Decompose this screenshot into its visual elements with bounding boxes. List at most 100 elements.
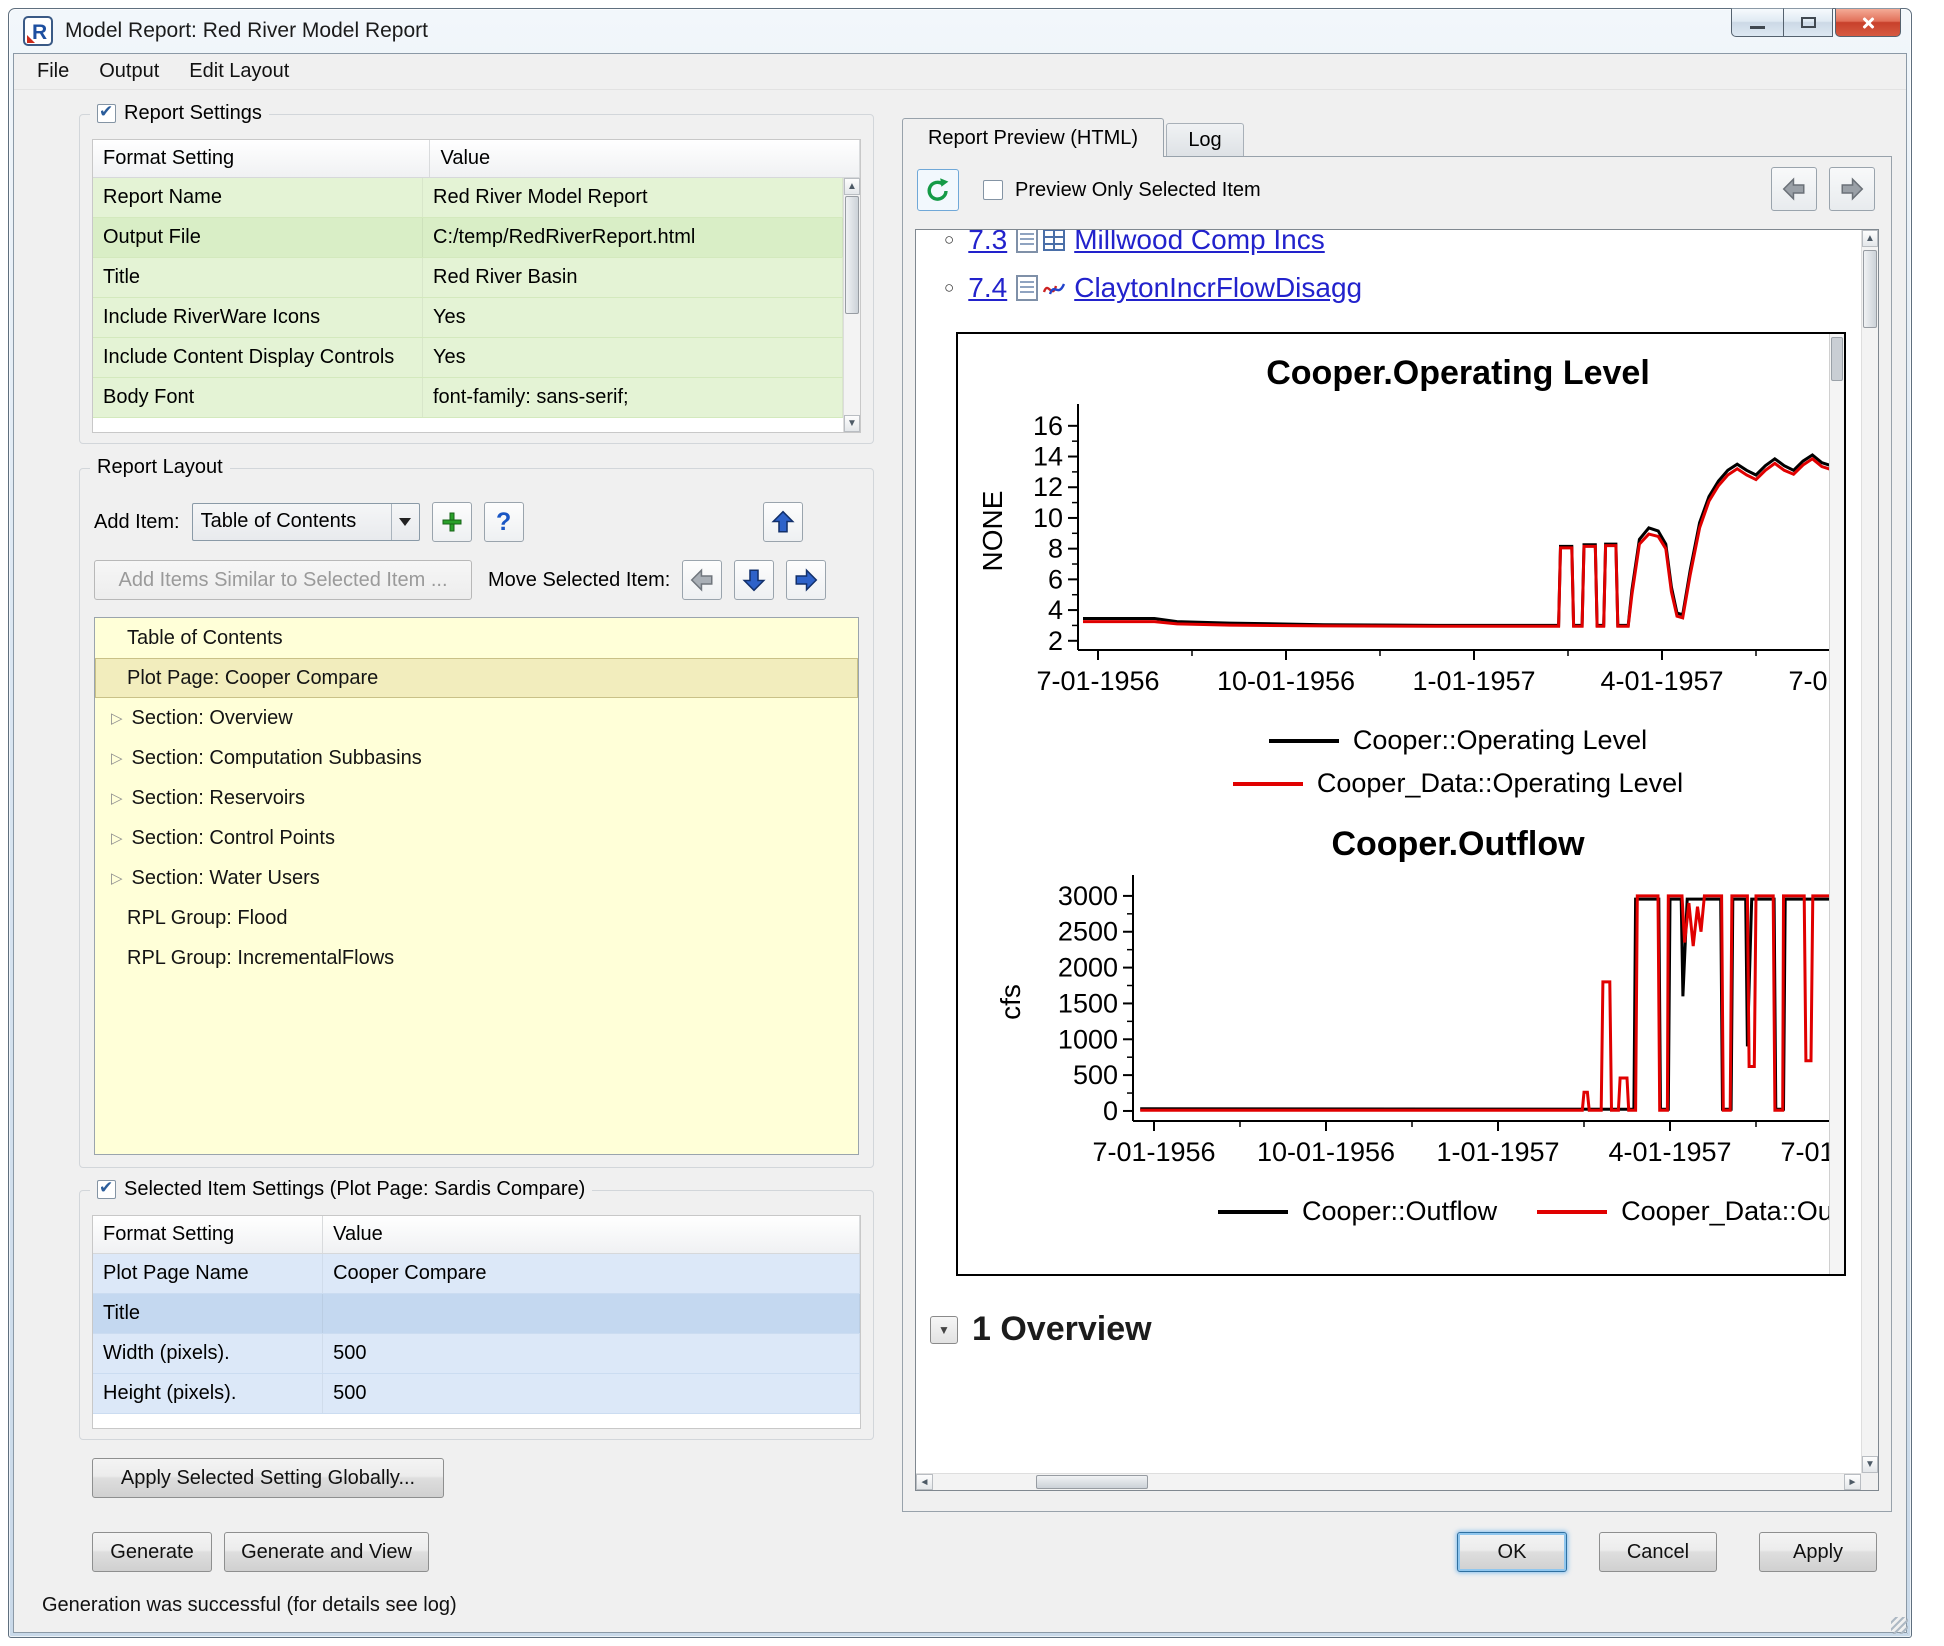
value-cell[interactable]: 500: [323, 1334, 860, 1373]
add-similar-button[interactable]: Add Items Similar to Selected Item ...: [94, 560, 472, 600]
layout-item[interactable]: Plot Page: Cooper Compare: [95, 658, 858, 698]
toc-link-number[interactable]: 7.3: [968, 230, 1007, 256]
scroll-thumb[interactable]: [1831, 337, 1843, 381]
column-header-format-setting[interactable]: Format Setting: [93, 140, 430, 177]
setting-cell[interactable]: Title: [93, 1294, 323, 1333]
value-cell[interactable]: 500: [323, 1374, 860, 1413]
setting-cell[interactable]: Body Font: [93, 378, 423, 417]
column-header-format-setting[interactable]: Format Setting: [93, 1216, 323, 1253]
plot-box-scrollbar[interactable]: [1829, 334, 1844, 1274]
table-row[interactable]: Include RiverWare IconsYes: [93, 298, 843, 338]
expand-icon[interactable]: [111, 789, 123, 807]
value-cell[interactable]: C:/temp/RedRiverReport.html: [423, 218, 843, 257]
cancel-button[interactable]: Cancel: [1599, 1532, 1717, 1572]
scroll-up-icon[interactable]: [1862, 230, 1878, 247]
toc-link-label[interactable]: Millwood Comp Incs: [1074, 230, 1325, 256]
setting-cell[interactable]: Include RiverWare Icons: [93, 298, 423, 337]
titlebar[interactable]: R Model Report: Red River Model Report: [9, 9, 1911, 53]
setting-cell[interactable]: Plot Page Name: [93, 1254, 323, 1293]
table-row[interactable]: Output FileC:/temp/RedRiverReport.html: [93, 218, 843, 258]
scroll-thumb[interactable]: [1863, 250, 1877, 328]
scroll-thumb[interactable]: [1036, 1475, 1148, 1489]
toc-link[interactable]: 7.3 Millwood Comp Incs: [944, 230, 1861, 264]
refresh-button[interactable]: [917, 169, 959, 211]
move-right-button[interactable]: [786, 560, 826, 600]
combo-dropdown-icon[interactable]: [391, 504, 419, 540]
generate-and-view-button[interactable]: Generate and View: [224, 1532, 429, 1572]
resize-grip[interactable]: [1891, 1617, 1908, 1634]
value-cell[interactable]: Red River Basin: [423, 258, 843, 297]
move-up-button[interactable]: [763, 502, 803, 542]
toc-link-number[interactable]: 7.4: [968, 272, 1007, 304]
move-left-button[interactable]: [682, 560, 722, 600]
menu-output[interactable]: Output: [84, 55, 174, 88]
table-row[interactable]: Width (pixels).500: [93, 1334, 860, 1374]
table-row[interactable]: Title: [93, 1294, 860, 1334]
setting-cell[interactable]: Include Content Display Controls: [93, 338, 423, 377]
value-cell[interactable]: Cooper Compare: [323, 1254, 860, 1293]
report-settings-checkbox[interactable]: [97, 104, 116, 123]
scroll-up-icon[interactable]: [844, 178, 860, 195]
scroll-left-icon[interactable]: [916, 1474, 933, 1490]
table-row[interactable]: Height (pixels).500: [93, 1374, 860, 1414]
expand-icon[interactable]: [111, 709, 123, 727]
apply-selected-setting-globally-button[interactable]: Apply Selected Setting Globally...: [92, 1458, 444, 1498]
value-cell[interactable]: Yes: [423, 338, 843, 377]
menu-file[interactable]: File: [22, 55, 84, 88]
scroll-down-icon[interactable]: [1862, 1456, 1878, 1473]
preview-back-button[interactable]: [1771, 167, 1817, 211]
expand-icon[interactable]: [111, 869, 123, 887]
collapse-section-button[interactable]: [930, 1316, 958, 1344]
layout-item[interactable]: Section: Water Users: [95, 858, 858, 898]
add-item-combobox[interactable]: Table of Contents: [192, 503, 420, 541]
column-header-value[interactable]: Value: [323, 1216, 860, 1253]
table-row[interactable]: Plot Page NameCooper Compare: [93, 1254, 860, 1294]
layout-item[interactable]: Section: Reservoirs: [95, 778, 858, 818]
setting-cell[interactable]: Width (pixels).: [93, 1334, 323, 1373]
layout-item[interactable]: Section: Computation Subbasins: [95, 738, 858, 778]
tab-report-preview[interactable]: Report Preview (HTML): [902, 118, 1164, 157]
value-cell[interactable]: [323, 1294, 860, 1333]
ok-button[interactable]: OK: [1457, 1532, 1567, 1572]
move-down-button[interactable]: [734, 560, 774, 600]
scroll-thumb[interactable]: [845, 196, 859, 314]
layout-item[interactable]: RPL Group: IncrementalFlows: [95, 938, 858, 978]
setting-cell[interactable]: Title: [93, 258, 423, 297]
preview-vertical-scrollbar[interactable]: [1861, 230, 1878, 1473]
setting-cell[interactable]: Output File: [93, 218, 423, 257]
expand-icon[interactable]: [111, 749, 123, 767]
value-cell[interactable]: Yes: [423, 298, 843, 337]
expand-icon[interactable]: [111, 829, 123, 847]
selected-item-settings-checkbox[interactable]: [97, 1180, 116, 1199]
preview-forward-button[interactable]: [1829, 167, 1875, 211]
table-row[interactable]: Body Fontfont-family: sans-serif;: [93, 378, 843, 418]
table-row[interactable]: TitleRed River Basin: [93, 258, 843, 298]
tab-log[interactable]: Log: [1166, 123, 1244, 157]
generate-button[interactable]: Generate: [92, 1532, 212, 1572]
minimize-button[interactable]: [1731, 8, 1783, 37]
value-cell[interactable]: font-family: sans-serif;: [423, 378, 843, 417]
apply-button[interactable]: Apply: [1759, 1532, 1877, 1572]
table-row[interactable]: Include Content Display ControlsYes: [93, 338, 843, 378]
toc-link[interactable]: 7.4 ClaytonIncrFlowDisagg: [944, 264, 1861, 312]
layout-item[interactable]: Section: Control Points: [95, 818, 858, 858]
setting-cell[interactable]: Height (pixels).: [93, 1374, 323, 1413]
table-row[interactable]: Report NameRed River Model Report: [93, 178, 843, 218]
value-cell[interactable]: Red River Model Report: [423, 178, 843, 217]
report-settings-scrollbar[interactable]: [843, 178, 860, 432]
setting-cell[interactable]: Report Name: [93, 178, 423, 217]
column-header-value[interactable]: Value: [430, 140, 860, 177]
menu-edit-layout[interactable]: Edit Layout: [174, 55, 304, 88]
maximize-button[interactable]: [1783, 8, 1833, 37]
report-layout-list[interactable]: Table of ContentsPlot Page: Cooper Compa…: [94, 617, 859, 1155]
preview-only-checkbox[interactable]: [983, 180, 1003, 200]
help-button[interactable]: [484, 502, 524, 542]
layout-item[interactable]: Table of Contents: [95, 618, 858, 658]
scroll-right-icon[interactable]: [1844, 1474, 1861, 1490]
layout-item[interactable]: RPL Group: Flood: [95, 898, 858, 938]
scroll-down-icon[interactable]: [844, 415, 860, 432]
toc-link-label[interactable]: ClaytonIncrFlowDisagg: [1074, 272, 1362, 304]
close-button[interactable]: [1835, 8, 1901, 37]
add-item-button[interactable]: [432, 502, 472, 542]
layout-item[interactable]: Section: Overview: [95, 698, 858, 738]
